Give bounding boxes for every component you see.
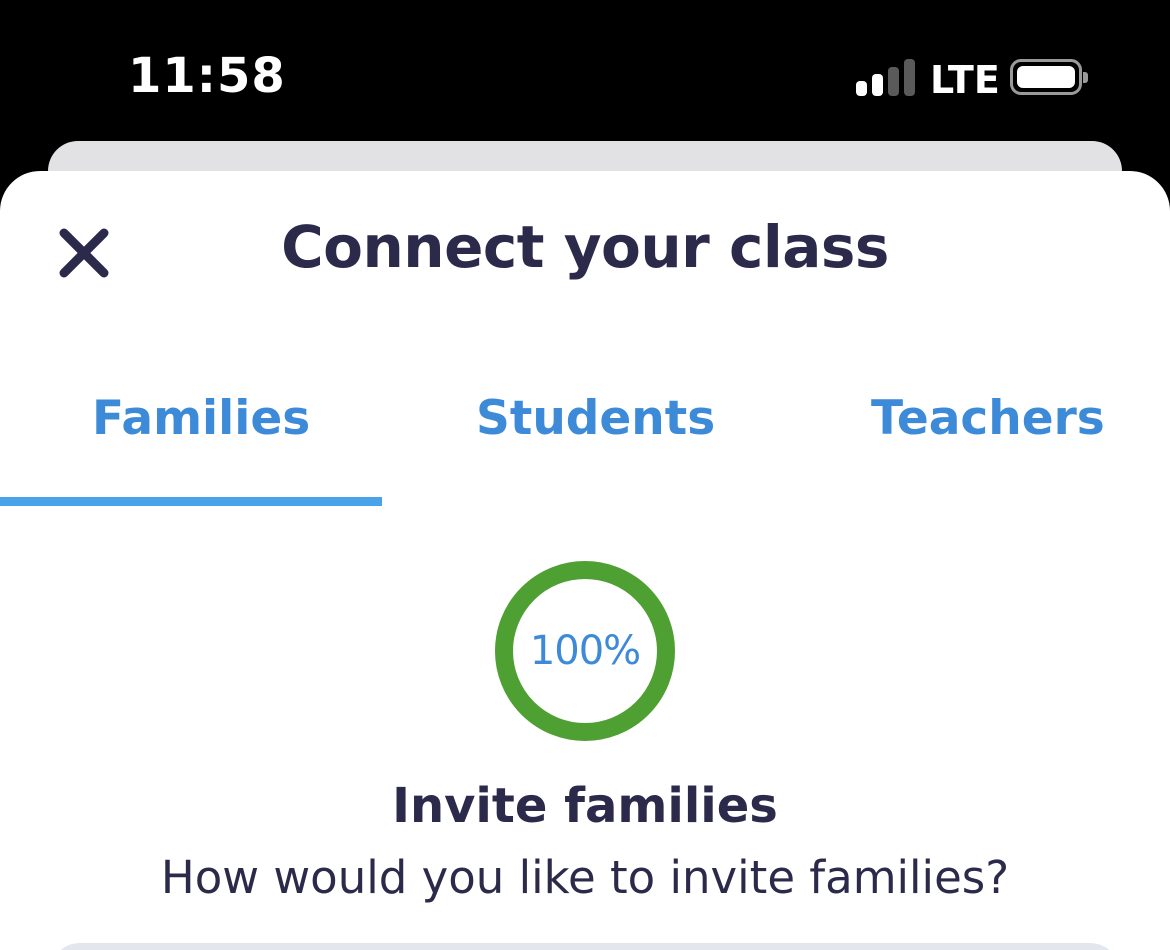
battery-icon xyxy=(1010,59,1088,95)
page-title: Connect your class xyxy=(281,213,889,281)
tab-teachers[interactable]: Teachers xyxy=(780,367,1170,507)
battery-nub xyxy=(1083,72,1088,83)
invite-progress-ring: 100% xyxy=(494,560,676,742)
progress-percentage: 100% xyxy=(529,628,641,674)
tab-label-students: Students xyxy=(476,391,716,446)
tab-label-teachers: Teachers xyxy=(871,391,1105,446)
cellular-signal-icon xyxy=(856,58,916,96)
tab-label-families: Families xyxy=(92,391,311,446)
tab-bar: Families Students Teachers xyxy=(0,367,1170,507)
status-bar: 11:58 LTE xyxy=(0,0,1170,150)
status-time: 11:58 xyxy=(128,48,286,104)
invite-option-card[interactable] xyxy=(50,943,1120,950)
tab-families[interactable]: Families xyxy=(0,367,390,507)
invite-subtitle: How would you like to invite families? xyxy=(160,851,1010,904)
invite-heading: Invite families xyxy=(392,778,778,834)
tab-selected-indicator xyxy=(0,497,382,506)
connect-class-sheet: Connect your class Families Students Tea… xyxy=(0,171,1170,950)
network-type: LTE xyxy=(930,58,1000,102)
tab-students[interactable]: Students xyxy=(390,367,780,507)
app-screen: 11:58 LTE Connect your class Families St… xyxy=(0,0,1170,950)
battery-level-fill xyxy=(1017,66,1075,88)
